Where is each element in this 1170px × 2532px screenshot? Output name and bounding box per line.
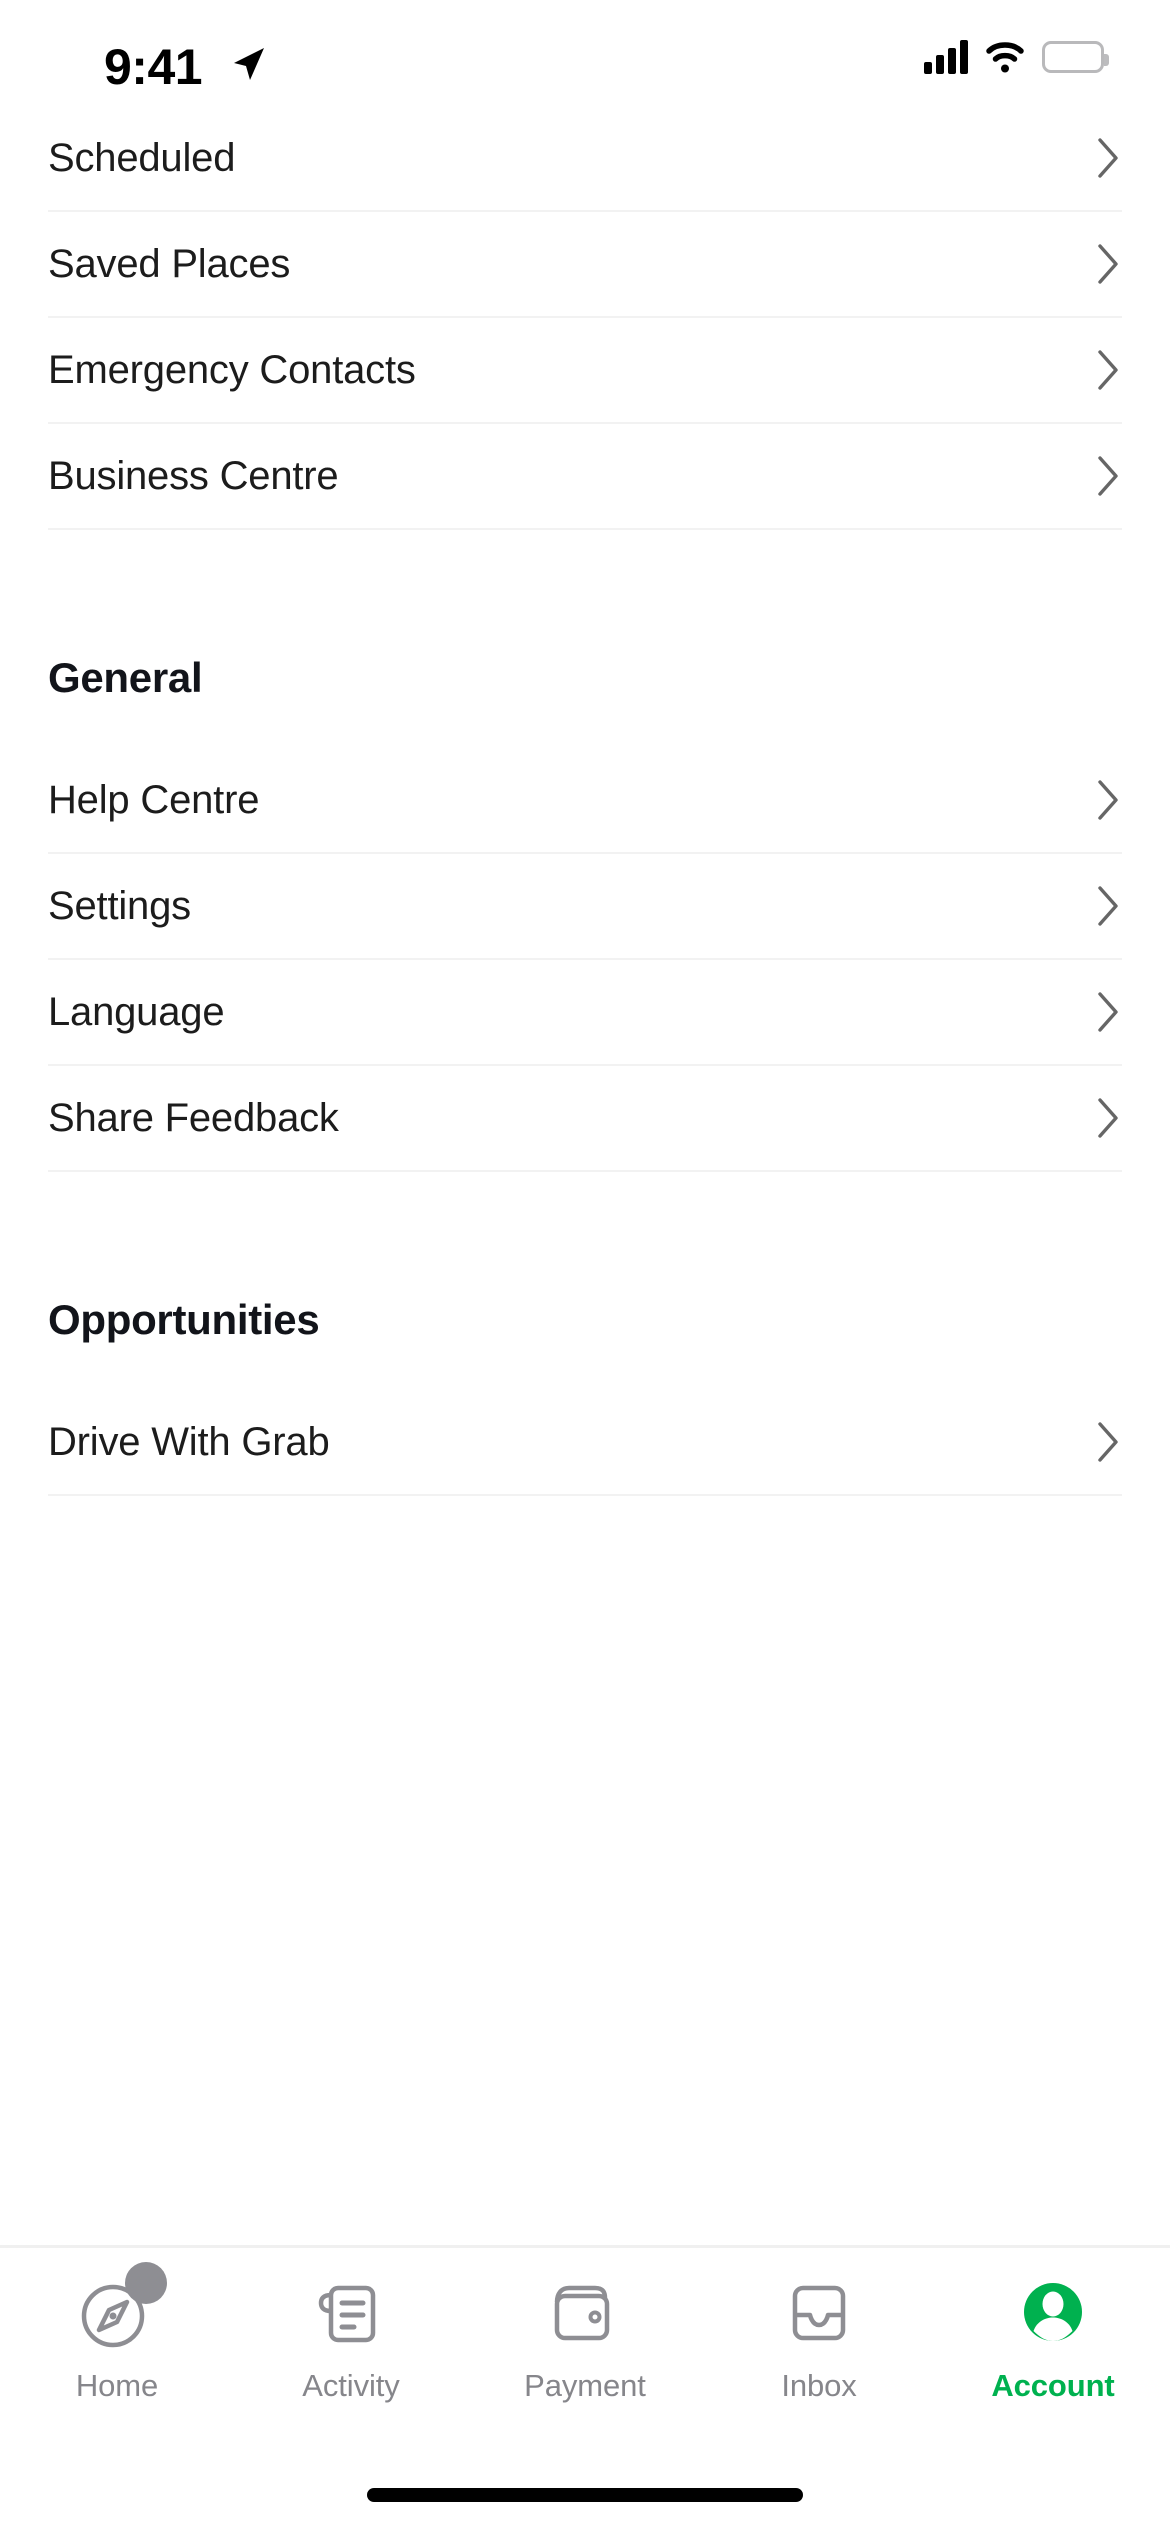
tab-label: Activity bbox=[302, 2368, 400, 2403]
receipt-icon bbox=[309, 2270, 393, 2354]
list-item-business-centre[interactable]: Business Centre bbox=[0, 424, 1170, 528]
phone-screen: Payment Methods Scheduled Saved Places E… bbox=[0, 0, 1170, 2532]
battery-full-icon bbox=[1042, 41, 1109, 73]
list-item-label: Scheduled bbox=[48, 135, 236, 180]
inbox-tray-icon bbox=[777, 2270, 861, 2354]
tab-label: Account bbox=[991, 2368, 1115, 2403]
tab-home[interactable]: Home bbox=[0, 2248, 234, 2532]
tab-label: Home bbox=[75, 2368, 159, 2403]
list-item-drive-with-grab[interactable]: Drive With Grab bbox=[0, 1390, 1170, 1494]
list-item-help-centre[interactable]: Help Centre bbox=[0, 748, 1170, 852]
section-header-general: General bbox=[48, 654, 203, 701]
chevron-right-icon bbox=[1096, 1096, 1122, 1140]
list-item-label: Share Feedback bbox=[48, 1095, 339, 1140]
tab-label: Inbox bbox=[781, 2368, 857, 2403]
home-indicator[interactable] bbox=[367, 2488, 803, 2502]
list-item-label: Saved Places bbox=[48, 241, 291, 286]
chevron-right-icon bbox=[1096, 348, 1122, 392]
section-header-opportunities: Opportunities bbox=[48, 1296, 320, 1343]
wifi-icon bbox=[985, 40, 1025, 74]
status-bar-time: 9:41 bbox=[104, 39, 203, 95]
list-item-saved-places[interactable]: Saved Places bbox=[0, 212, 1170, 316]
location-arrow-icon bbox=[228, 44, 268, 84]
list-item-label: Language bbox=[48, 989, 225, 1034]
divider bbox=[48, 1494, 1122, 1496]
user-circle-icon bbox=[1011, 2270, 1095, 2354]
tab-account[interactable]: Account bbox=[936, 2248, 1170, 2532]
cellular-signal-icon bbox=[924, 40, 968, 74]
section-header-gap bbox=[0, 1344, 1170, 1390]
list-item-language[interactable]: Language bbox=[0, 960, 1170, 1064]
account-settings-list[interactable]: Payment Methods Scheduled Saved Places E… bbox=[0, 0, 1170, 2245]
chevron-right-icon bbox=[1096, 454, 1122, 498]
tab-label: Payment bbox=[524, 2368, 646, 2403]
status-bar-indicators bbox=[924, 40, 1109, 74]
list-item-label: Settings bbox=[48, 883, 191, 928]
chevron-right-icon bbox=[1096, 242, 1122, 286]
list-item-emergency-contacts[interactable]: Emergency Contacts bbox=[0, 318, 1170, 422]
section-header-gap bbox=[0, 702, 1170, 748]
home-notification-badge bbox=[125, 2262, 167, 2304]
chevron-right-icon bbox=[1096, 778, 1122, 822]
list-item-share-feedback[interactable]: Share Feedback bbox=[0, 1066, 1170, 1170]
list-item-label: Emergency Contacts bbox=[48, 347, 416, 392]
chevron-right-icon bbox=[1096, 884, 1122, 928]
chevron-right-icon bbox=[1096, 136, 1122, 180]
list-item-settings[interactable]: Settings bbox=[0, 854, 1170, 958]
chevron-right-icon bbox=[1096, 990, 1122, 1034]
status-bar: 9:41 bbox=[0, 0, 1170, 128]
list-item-label: Business Centre bbox=[48, 453, 339, 498]
list-item-label: Drive With Grab bbox=[48, 1419, 330, 1464]
chevron-right-icon bbox=[1096, 1420, 1122, 1464]
list-item-label: Help Centre bbox=[48, 777, 260, 822]
compass-icon bbox=[75, 2262, 167, 2354]
wallet-icon bbox=[543, 2270, 627, 2354]
